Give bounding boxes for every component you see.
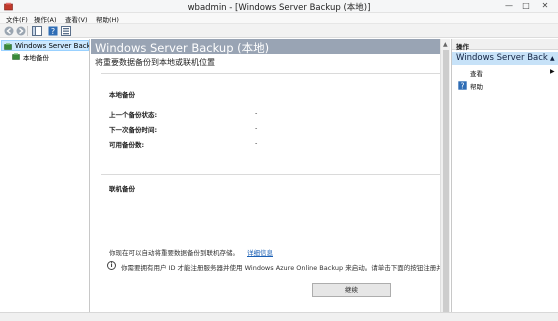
actions-header: 操作 — [452, 39, 558, 51]
minimize-button[interactable]: — — [502, 0, 516, 12]
tree-item-windows-server-backup[interactable]: Windows Server Backup — [1, 40, 89, 51]
toolbar-separator — [27, 26, 28, 36]
actions-pane: 操作 Windows Server Backup ▲ 查看 ▶ ? 帮助 — [451, 39, 558, 321]
menu-view[interactable]: 查看(V) — [65, 14, 88, 24]
actions-heading: 操作 — [456, 43, 469, 51]
action-help-label: 帮助 — [470, 83, 483, 91]
more-info-link[interactable]: 详细信息 — [247, 247, 273, 257]
local-backup-icon — [12, 53, 20, 60]
tree-child-label: 本地备份 — [23, 54, 49, 62]
local-backup-section: 本地备份 上一个备份状态: - 下一次备份时间: - 可用备份数: - — [101, 73, 440, 183]
action-help[interactable]: ? 帮助 — [452, 80, 558, 91]
navigation-tree: Windows Server Backup 本地备份 — [0, 39, 90, 321]
online-backup-description: 你现在可以自动将重要数据备份到联机存储。 — [109, 249, 239, 257]
properties-icon[interactable] — [61, 26, 71, 36]
action-view[interactable]: 查看 ▶ — [452, 67, 558, 78]
forward-arrow-icon[interactable] — [16, 26, 26, 36]
page-title: Windows Server Backup (本地) — [95, 41, 270, 55]
last-backup-status-value: - — [255, 109, 258, 117]
available-backups-label: 可用备份数: — [109, 141, 145, 149]
online-backup-heading: 联机备份 — [109, 185, 135, 193]
help-icon[interactable]: ? — [48, 26, 58, 36]
menu-help[interactable]: 帮助(H) — [96, 14, 119, 24]
main-header: Windows Server Backup (本地) — [91, 39, 440, 55]
close-button[interactable]: ✕ — [536, 0, 554, 12]
menu-action[interactable]: 操作(A) — [34, 14, 57, 24]
window-title: wbadmin - [Windows Server Backup (本地)] — [187, 3, 371, 13]
toolbar: ? — [0, 24, 558, 38]
collapse-icon[interactable]: ▲ — [550, 55, 555, 62]
actions-group-header[interactable]: Windows Server Backup ▲ — [452, 52, 558, 65]
scroll-up-icon[interactable]: ▲ — [443, 41, 448, 48]
submenu-arrow-icon: ▶ — [550, 68, 555, 75]
online-backup-info: 你需要拥有用户 ID 才能注册服务器并使用 Windows Azure Onli… — [121, 264, 440, 272]
status-bar — [0, 312, 558, 321]
actions-group-label: Windows Server Backup — [456, 53, 548, 63]
menu-file[interactable]: 文件(F) — [6, 14, 28, 24]
next-backup-time-value: - — [255, 124, 258, 132]
backup-icon — [4, 43, 12, 50]
svg-text:?: ? — [51, 27, 55, 36]
title-bar: wbadmin - [Windows Server Backup (本地)] —… — [0, 0, 558, 13]
local-backup-heading: 本地备份 — [109, 91, 135, 99]
svg-text:?: ? — [461, 81, 465, 90]
maximize-button[interactable]: □ — [519, 0, 533, 12]
available-backups-value: - — [255, 139, 258, 147]
next-backup-time-label: 下一次备份时间: — [109, 126, 158, 134]
info-icon: i — [107, 261, 116, 270]
main-pane: Windows Server Backup (本地) 将重要数据备份到本地或联机… — [91, 39, 450, 321]
continue-button[interactable]: 继续 — [312, 283, 391, 297]
tree-root-label: Windows Server Backup — [15, 42, 89, 50]
scrollbar-thumb[interactable] — [443, 50, 449, 312]
help-icon: ? — [458, 81, 467, 90]
action-view-label: 查看 — [470, 70, 483, 78]
page-subtitle: 将重要数据备份到本地或联机位置 — [95, 58, 215, 67]
main-scrollbar[interactable]: ▲ — [440, 39, 450, 321]
menu-bar: 文件(F) 操作(A) 查看(V) 帮助(H) — [0, 13, 558, 24]
show-tree-icon[interactable] — [32, 26, 42, 36]
back-arrow-icon[interactable] — [4, 26, 14, 36]
last-backup-status-label: 上一个备份状态: — [109, 111, 158, 119]
